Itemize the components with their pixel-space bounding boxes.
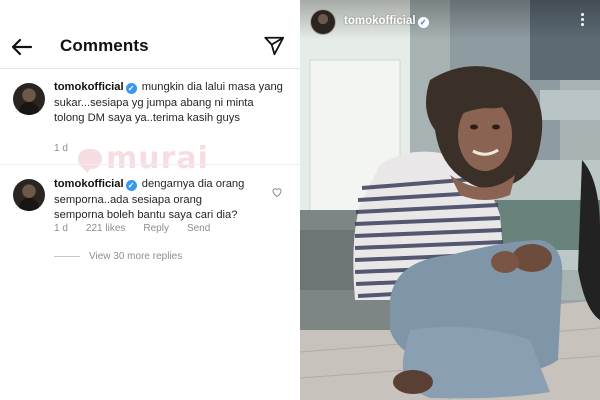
comment-1: tomokofficial ✓ mungkin dia lalui masa ya… — [54, 80, 284, 127]
avatar[interactable] — [13, 179, 45, 211]
verified-badge-icon: ✓ — [417, 17, 429, 28]
comment-1-meta: 1 d — [54, 143, 68, 154]
heart-outline-icon[interactable] — [271, 186, 283, 198]
comments-panel: Comments tomokofficial ✓ mungkin dia lalu… — [0, 0, 300, 400]
replies-dash — [54, 256, 80, 257]
avatar[interactable] — [13, 83, 45, 115]
post-photo-panel: tomokofficial ✓ — [300, 0, 600, 400]
back-arrow-icon[interactable] — [10, 35, 34, 59]
comment-time: 1 d — [54, 223, 68, 234]
post-photo — [300, 0, 600, 400]
more-vertical-icon[interactable] — [579, 13, 585, 29]
post-username[interactable]: tomokofficial ✓ — [344, 15, 431, 28]
verified-badge-icon: ✓ — [125, 83, 137, 94]
watermark-bubble-icon — [78, 148, 102, 173]
page-title: Comments — [60, 36, 149, 55]
comment-divider — [0, 164, 300, 165]
comments-header: Comments — [0, 0, 300, 64]
post-username-text[interactable]: tomokofficial — [344, 15, 416, 27]
comment-2-meta: 1 d 221 likes Reply Send — [54, 223, 210, 234]
verified-badge-icon: ✓ — [125, 180, 137, 191]
header-divider — [0, 68, 300, 69]
watermark-text: murai — [106, 141, 209, 176]
comment-2: tomokofficial ✓ dengarnya dia orang sempo… — [54, 177, 254, 224]
reply-button[interactable]: Reply — [143, 223, 169, 234]
view-more-replies[interactable]: View 30 more replies — [54, 251, 182, 262]
comment-username[interactable]: tomokofficial — [54, 81, 124, 93]
send-button[interactable]: Send — [187, 223, 210, 234]
watermark-logo: murai — [78, 141, 209, 176]
comment-username[interactable]: tomokofficial — [54, 178, 124, 190]
view-more-label[interactable]: View 30 more replies — [89, 251, 182, 262]
comment-time: 1 d — [54, 143, 68, 154]
post-avatar[interactable] — [310, 9, 336, 35]
comment-likes[interactable]: 221 likes — [86, 223, 125, 234]
paper-plane-icon[interactable] — [263, 35, 285, 57]
